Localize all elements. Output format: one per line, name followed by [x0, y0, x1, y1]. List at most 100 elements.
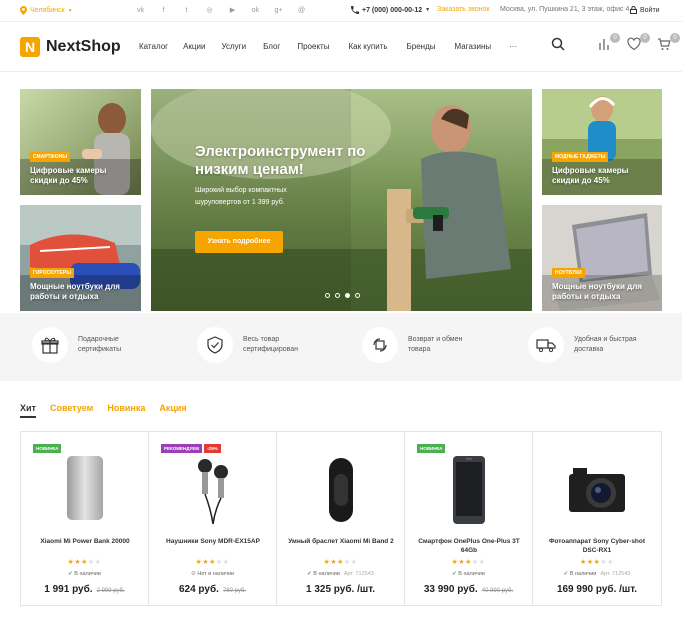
heart-icon[interactable]: 0	[627, 33, 650, 53]
hero-title: Электроинструмент по низким ценам!	[195, 143, 366, 178]
header-actions: 0 0 0	[551, 33, 680, 53]
product-image[interactable]	[311, 454, 371, 526]
hero-subtitle: Широкий выбор компактных шуруповертов от…	[195, 187, 287, 206]
nav-item-blog[interactable]: Блог	[263, 42, 280, 51]
stock-status: ✔ В наличии Арт. 712543	[533, 571, 661, 577]
callback-link[interactable]: Заказать звонок	[437, 6, 489, 13]
product-card[interactable]: НОВИНКА Смартфон OnePlus One-Plus 3T 64G…	[405, 432, 533, 605]
vk-icon[interactable]: vk	[135, 5, 146, 16]
login-link[interactable]: Войти	[630, 6, 660, 14]
article-number: Арт. 712543	[343, 571, 374, 577]
nav-item-projects[interactable]: Проекты	[297, 42, 329, 51]
nav-item-services[interactable]: Услуги	[221, 42, 246, 51]
product-badges: НОВИНКА	[33, 444, 62, 453]
product-image[interactable]	[439, 454, 499, 526]
product-image[interactable]	[567, 454, 627, 526]
product-image[interactable]	[183, 454, 243, 526]
new-badge: НОВИНКА	[417, 444, 446, 453]
youtube-icon[interactable]: ▶	[227, 5, 238, 16]
tile-title: Мощные ноутбуки для работы и отдыха	[552, 282, 642, 301]
gift-icon	[32, 327, 68, 363]
cart-icon[interactable]: 0	[657, 33, 680, 53]
product-name[interactable]: Фотоаппарат Sony Cyber-shot DSC-RX1	[541, 537, 653, 555]
product-badges: НОВИНКА	[417, 444, 446, 453]
city-selector[interactable]: Челябинск ▼	[20, 6, 73, 15]
nav-item-brands[interactable]: Бренды	[407, 42, 436, 51]
slider-dot[interactable]	[355, 293, 360, 298]
product-name[interactable]: Xiaomi Mi Power Bank 20000	[29, 537, 141, 546]
cart-count-badge: 0	[670, 33, 680, 43]
slider-dot-active[interactable]	[345, 293, 350, 298]
main-header: N NextShop Каталог Акции Услуги Блог Про…	[0, 22, 682, 72]
stock-label: В наличии	[569, 571, 597, 577]
odnoklassniki-icon[interactable]: ok	[250, 5, 261, 16]
instagram-icon[interactable]: ◎	[204, 5, 215, 16]
promo-tile-right-bottom[interactable]: НОУТБУКИ Мощные ноутбуки для работы и от…	[542, 205, 662, 311]
promo-tile-left-top[interactable]: СМАРТФОНЫ Цифровые камеры скидки до 45%	[20, 89, 141, 195]
nav-item-sales[interactable]: Акции	[183, 42, 205, 51]
stock-status: ✔ В наличии	[405, 571, 532, 577]
tab-recommended[interactable]: Советуем	[50, 403, 93, 418]
tab-new[interactable]: Новинка	[107, 403, 145, 418]
product-card[interactable]: НОВИНКА Xiaomi Mi Power Bank 20000 ★★★★★…	[21, 432, 149, 605]
hero-learn-more-button[interactable]: Узнать подробнее	[195, 231, 283, 253]
tile-title: Цифровые камеры скидки до 45%	[552, 166, 629, 185]
tab-hit[interactable]: Хит	[20, 403, 36, 418]
product-card[interactable]: Фотоаппарат Sony Cyber-shot DSC-RX1 ★★★★…	[533, 432, 661, 605]
search-icon[interactable]	[551, 37, 567, 53]
facebook-icon[interactable]: f	[158, 5, 169, 16]
stock-label: В наличии	[458, 571, 485, 577]
rating-stars: ★★★★★	[323, 559, 358, 566]
compare-icon[interactable]: 0	[597, 33, 620, 53]
tile-title: Цифровые камеры скидки до 45%	[30, 166, 107, 185]
article-number: Арт. 712543	[600, 571, 631, 577]
hero-slider[interactable]: Электроинструмент по низким ценам! Широк…	[151, 89, 532, 311]
tab-sale[interactable]: Акция	[159, 403, 186, 418]
stock-label: В наличии	[313, 571, 340, 577]
price-value: 1 325 руб. /шт.	[306, 584, 375, 595]
product-tabs: Хит Советуем Новинка Акция	[20, 403, 187, 418]
chevron-down-icon: ▼	[425, 7, 431, 13]
product-name[interactable]: Умный браслет Xiaomi Mi Band 2	[285, 537, 397, 546]
price-value: 169 990 руб. /шт.	[556, 584, 638, 595]
twitter-icon[interactable]: t	[181, 5, 192, 16]
product-card[interactable]: РЕКОМЕНДУЕМ -25% Наушники Sony MDR-EX15A…	[149, 432, 277, 605]
nav-item-stores[interactable]: Магазины	[455, 42, 492, 51]
check-icon: ✔	[452, 571, 457, 577]
promo-tile-right-top[interactable]: МОДНЫЕ ГАДЖЕТЫ Цифровые камеры скидки до…	[542, 89, 662, 195]
logo[interactable]: N NextShop	[20, 37, 121, 57]
nav-more-icon[interactable]: ···	[509, 42, 517, 51]
discount-badge: -25%	[204, 444, 221, 453]
feature-returns: Возврат и обмен товара	[362, 327, 480, 363]
product-image[interactable]	[55, 454, 115, 526]
mail-ru-icon[interactable]: @	[296, 5, 307, 16]
slider-dot[interactable]	[325, 293, 330, 298]
login-label: Войти	[640, 6, 660, 14]
check-icon: ✔	[563, 571, 569, 577]
phone-number[interactable]: +7 (000) 000-00-12 ▼	[351, 6, 430, 14]
return-box-icon	[362, 327, 398, 363]
recommended-badge: РЕКОМЕНДУЕМ	[161, 444, 203, 453]
stock-status: ✔ В наличии Арт. 712543	[277, 571, 404, 577]
nav-item-how-to-buy[interactable]: Как купить	[348, 42, 387, 51]
google-plus-icon[interactable]: g+	[273, 5, 284, 16]
product-name[interactable]: Наушники Sony MDR-EX15AP	[157, 537, 269, 546]
product-card[interactable]: Умный браслет Xiaomi Mi Band 2 ★★★★★ ✔ В…	[277, 432, 405, 605]
nav-item-catalog[interactable]: Каталог	[139, 42, 168, 51]
compare-count-badge: 0	[610, 33, 620, 43]
product-name[interactable]: Смартфон OnePlus One-Plus 3T 64Gb	[413, 537, 525, 555]
stock-status: ✔ В наличии	[21, 571, 148, 577]
promo-tile-left-bottom[interactable]: ГИРОСКУТЕРЫ Мощные ноутбуки для работы и…	[20, 205, 141, 311]
feature-delivery: Удобная и быстрая доставка	[528, 327, 646, 363]
social-links: vk f t ◎ ▶ ok g+ @	[135, 5, 307, 16]
tile-tag: НОУТБУКИ	[552, 268, 585, 278]
old-price: 40 990 руб.	[481, 588, 514, 594]
stock-label: В наличии	[74, 571, 101, 577]
lock-icon	[630, 6, 637, 14]
product-grid: НОВИНКА Xiaomi Mi Power Bank 20000 ★★★★★…	[20, 431, 662, 606]
delivery-truck-icon	[528, 327, 564, 363]
slider-dot[interactable]	[335, 293, 340, 298]
rating-stars: ★★★★★	[195, 559, 230, 566]
chevron-down-icon: ▼	[67, 7, 73, 14]
tile-tag: СМАРТФОНЫ	[30, 152, 71, 162]
